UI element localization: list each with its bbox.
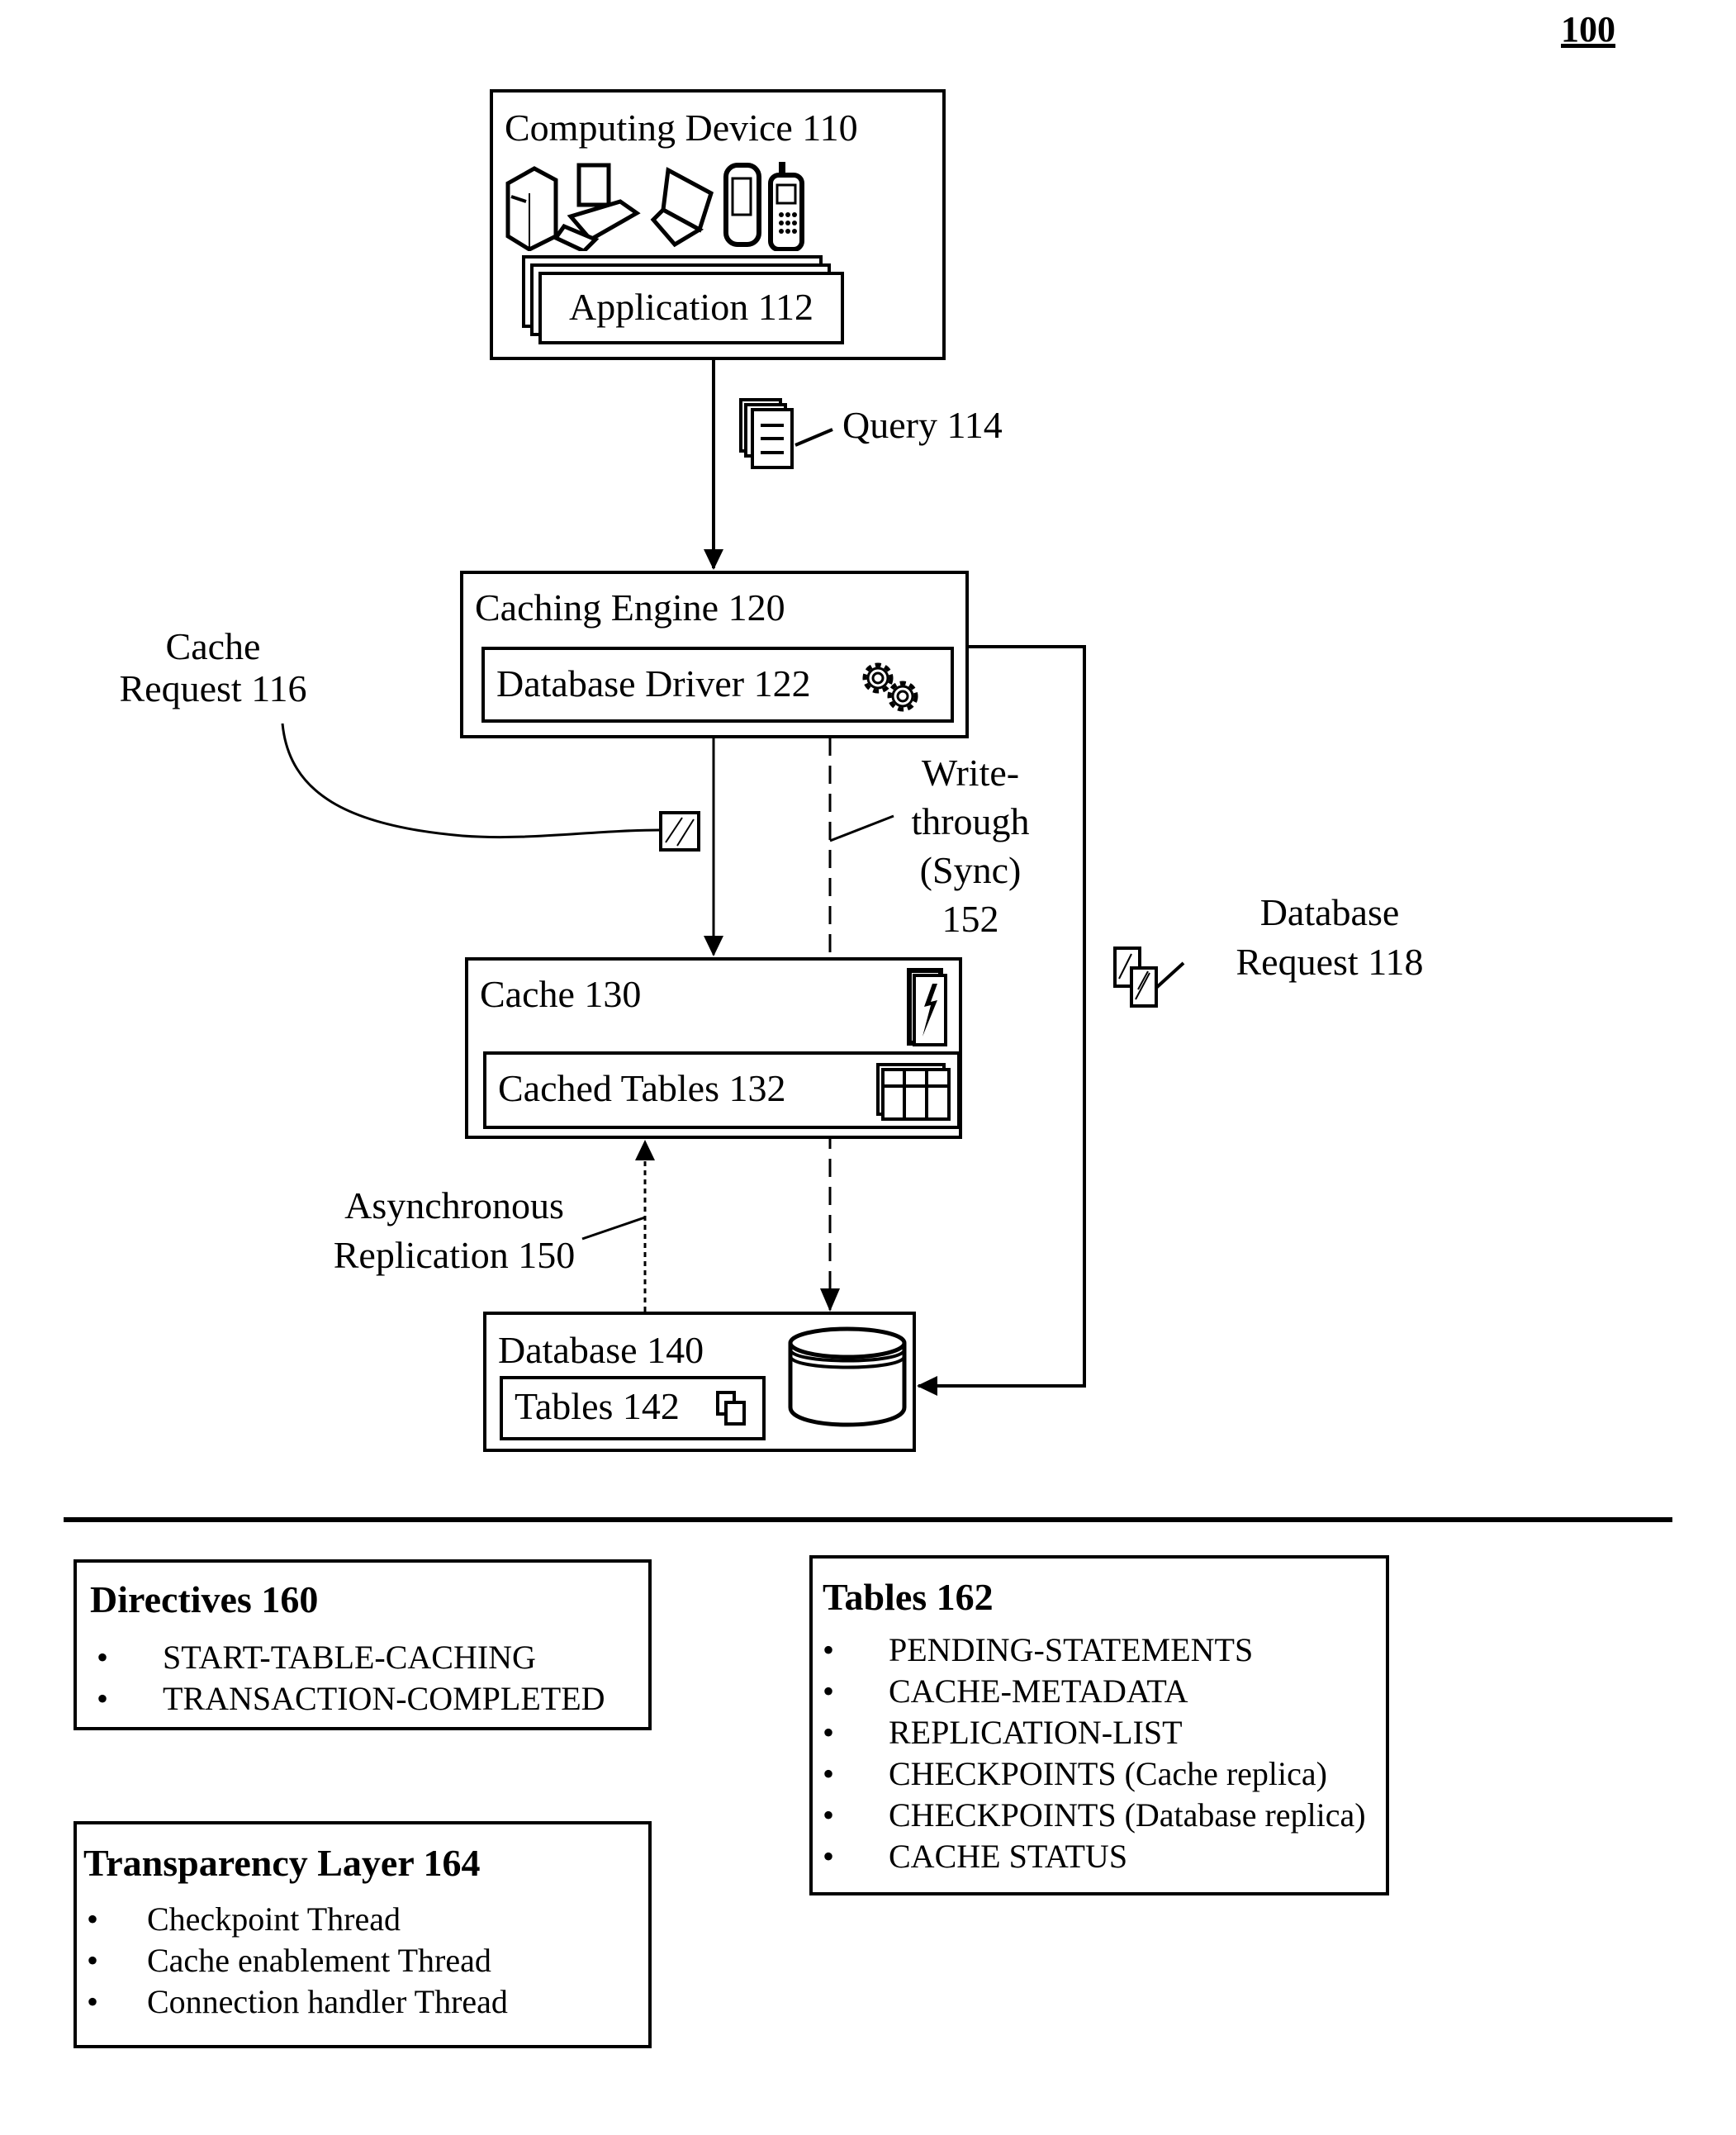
directives-legend: Directives 160 START-TABLE-CACHING TRANS… — [74, 1559, 652, 1730]
database-label: Database 140 — [498, 1329, 704, 1371]
cached-tables-box[interactable]: Cached Tables 132 — [483, 1051, 960, 1129]
table-item: REPLICATION-LIST — [813, 1712, 1366, 1753]
application-box[interactable]: Application 112 — [538, 272, 844, 344]
async-replication-label: Asynchronous Replication 150 — [314, 1181, 595, 1280]
cache-box[interactable]: Cache 130 Cached Tables 132 — [465, 957, 962, 1139]
hatched-packet-icon — [659, 811, 700, 852]
copy-icon — [716, 1391, 746, 1426]
flash-storage-icon — [907, 968, 947, 1046]
database-driver-box[interactable]: Database Driver 122 — [481, 647, 954, 723]
table-item: CACHE STATUS — [813, 1836, 1366, 1877]
desktop-computer-icon — [553, 163, 641, 251]
cache-label: Cache 130 — [480, 973, 642, 1015]
caching-engine-box[interactable]: Caching Engine 120 Database Driver 122 — [460, 571, 969, 738]
table-stack-icon — [876, 1063, 951, 1121]
application-label: Application 112 — [569, 286, 813, 328]
transparency-item: Connection handler Thread — [77, 1981, 508, 2023]
directive-item: START-TABLE-CACHING — [87, 1637, 605, 1678]
pda-icon — [723, 163, 761, 247]
table-item: CHECKPOINTS (Cache replica) — [813, 1753, 1366, 1795]
write-through-line2: through — [911, 800, 1030, 842]
write-through-label: Write- through (Sync) 152 — [896, 748, 1045, 943]
table-item: CHECKPOINTS (Database replica) — [813, 1795, 1366, 1836]
computing-device-label: Computing Device 110 — [505, 107, 858, 149]
write-through-line1: Write- — [921, 752, 1020, 794]
tables-162-legend: Tables 162 PENDING-STATEMENTS CACHE-META… — [809, 1555, 1389, 1895]
cache-request-line2: Request 116 — [119, 667, 307, 709]
tables-142-label: Tables 142 — [515, 1385, 680, 1427]
database-request-label: Database Request 118 — [1214, 888, 1445, 987]
table-item: CACHE-METADATA — [813, 1671, 1366, 1712]
tables-142-box[interactable]: Tables 142 — [500, 1376, 766, 1440]
server-tower-icon — [505, 166, 558, 251]
directive-item: TRANSACTION-COMPLETED — [87, 1678, 605, 1720]
tables-162-title: Tables 162 — [823, 1576, 994, 1618]
transparency-item: Cache enablement Thread — [77, 1940, 508, 1981]
database-request-line2: Request 118 — [1236, 941, 1424, 983]
write-through-line3: (Sync) — [919, 849, 1022, 891]
caching-engine-label: Caching Engine 120 — [475, 586, 785, 629]
cached-tables-label: Cached Tables 132 — [498, 1067, 786, 1109]
tables-162-list: PENDING-STATEMENTS CACHE-METADATA REPLIC… — [813, 1630, 1366, 1877]
write-through-line4: 152 — [942, 898, 999, 940]
transparency-layer-title: Transparency Layer 164 — [83, 1842, 481, 1884]
gears-icon — [862, 662, 918, 712]
database-driver-label: Database Driver 122 — [496, 662, 811, 705]
transparency-item: Checkpoint Thread — [77, 1899, 508, 1940]
directives-list: START-TABLE-CACHING TRANSACTION-COMPLETE… — [87, 1637, 605, 1720]
laptop-icon — [650, 167, 714, 248]
mobile-phone-icon — [768, 162, 804, 251]
transparency-layer-legend: Transparency Layer 164 Checkpoint Thread… — [74, 1821, 652, 2048]
transparency-layer-list: Checkpoint Thread Cache enablement Threa… — [77, 1899, 508, 2023]
directives-title: Directives 160 — [90, 1578, 319, 1620]
async-replication-line1: Asynchronous — [344, 1184, 564, 1226]
device-icons — [505, 162, 804, 251]
document-stack-icon — [739, 398, 794, 469]
hatched-packets-icon — [1113, 947, 1158, 1008]
database-request-line1: Database — [1259, 891, 1400, 933]
query-label: Query 114 — [842, 404, 1003, 446]
cache-request-label: Cache Request 116 — [107, 625, 319, 709]
table-item: PENDING-STATEMENTS — [813, 1630, 1366, 1671]
database-cylinder-icon — [788, 1326, 907, 1427]
cache-request-callout — [281, 723, 662, 839]
database-box[interactable]: Database 140 Tables 142 — [483, 1312, 916, 1452]
computing-device-box[interactable]: Computing Device 110 Application 112 — [490, 89, 946, 360]
cache-request-line1: Cache — [165, 625, 261, 667]
async-replication-line2: Replication 150 — [333, 1234, 576, 1276]
